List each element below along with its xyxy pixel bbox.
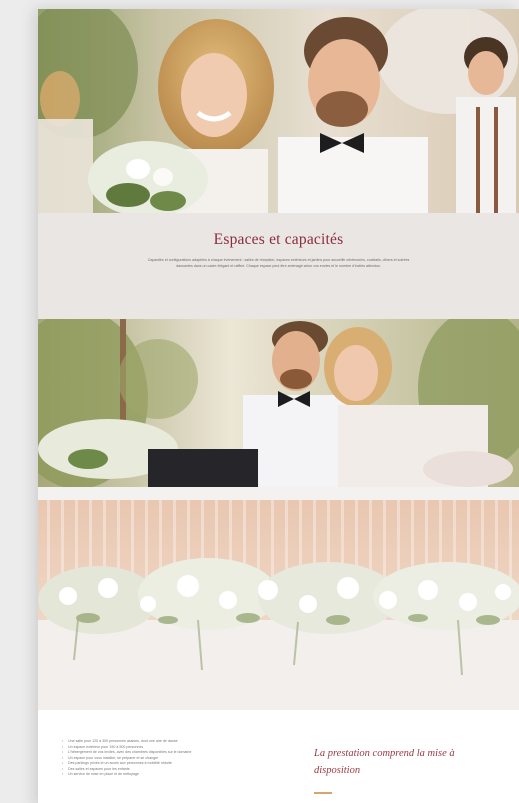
- accent-divider: [314, 792, 332, 794]
- services-heading: La prestation comprend la mise à disposi…: [314, 748, 455, 776]
- services-list: Une salle pour 120 à 300 personnes assis…: [62, 739, 274, 778]
- hero-photo-couple: [38, 9, 519, 213]
- list-item: Un service de mise en place et de nettoy…: [62, 772, 274, 778]
- couple-sitting-photo: [38, 319, 519, 487]
- services-section: Une salle pour 120 à 300 personnes assis…: [38, 710, 519, 803]
- spaces-section: Espaces et capacités Capacités et config…: [38, 213, 519, 319]
- floral-decoration-photo: [38, 500, 519, 710]
- page-content: Espaces et capacités Capacités et config…: [38, 9, 519, 803]
- section-description: Capacités et configurations adaptées à c…: [147, 258, 410, 268]
- section-divider: [38, 487, 519, 500]
- section-title: Espaces et capacités: [213, 231, 344, 248]
